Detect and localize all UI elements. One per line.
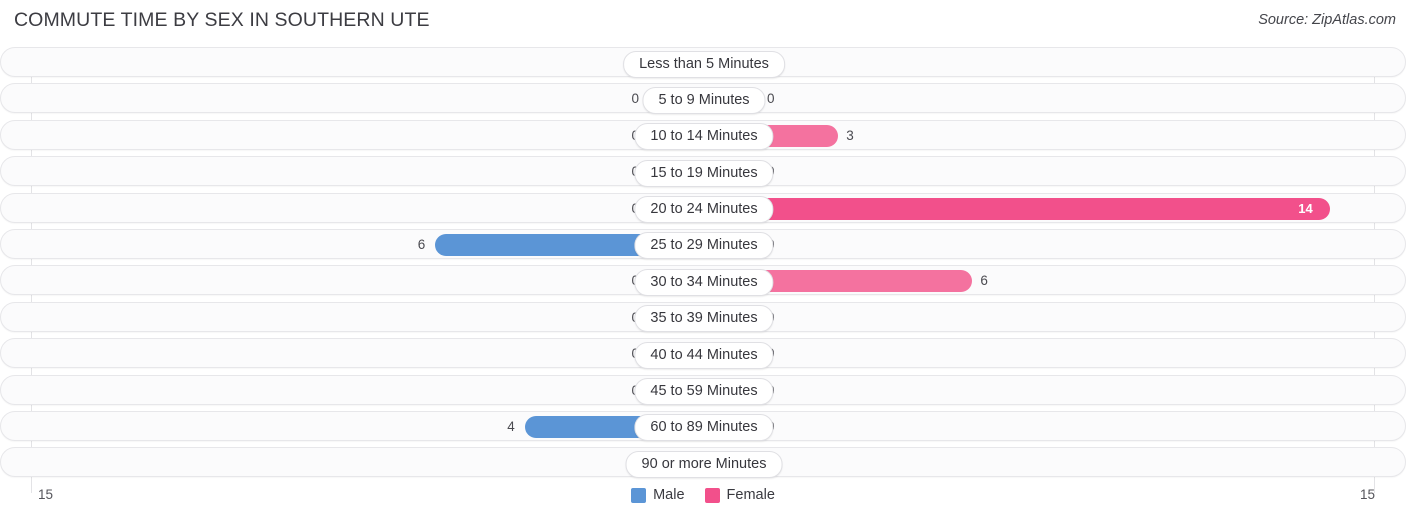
legend-item-male[interactable]: Male bbox=[631, 487, 685, 503]
female-value-label: 3 bbox=[846, 127, 854, 143]
row-content: 0015 to 19 Minutes bbox=[1, 157, 1405, 187]
category-label: 40 to 44 Minutes bbox=[634, 341, 774, 369]
row-content: 0310 to 14 Minutes bbox=[1, 121, 1405, 151]
category-label: 90 or more Minutes bbox=[625, 450, 783, 478]
female-bar bbox=[704, 197, 1331, 220]
table-row: 0035 to 39 Minutes bbox=[0, 301, 1406, 333]
row-content: 0090 or more Minutes bbox=[1, 448, 1405, 478]
category-label: 5 to 9 Minutes bbox=[642, 86, 766, 114]
bar-rows: 00Less than 5 Minutes 0 05 to 9 Minutes0 3 1… bbox=[0, 47, 1406, 484]
row-content: 00Less than 5 Minutes bbox=[1, 48, 1405, 78]
table-row: 0040 to 44 Minutes bbox=[0, 338, 1406, 369]
page-title: COMMUTE TIME BY SEX IN SOUTHERN UTE bbox=[14, 9, 430, 31]
category-label: 25 to 29 Minutes bbox=[634, 232, 774, 260]
table-row: 0045 to 59 Minutes bbox=[0, 374, 1406, 406]
table-row: 6025 to 29 Minutes bbox=[0, 228, 1406, 260]
row-content: 0035 to 39 Minutes bbox=[1, 303, 1405, 333]
row-content: 6025 to 29 Minutes bbox=[1, 230, 1405, 260]
chart-legend: Male Female bbox=[0, 487, 1406, 503]
row-content: 0630 to 34 Minutes bbox=[1, 266, 1405, 296]
table-row: 0 05 to 9 Minutes bbox=[0, 83, 1406, 114]
male-swatch-icon bbox=[631, 487, 647, 503]
category-label: 45 to 59 Minutes bbox=[634, 378, 774, 406]
table-row: 0310 to 14 Minutes bbox=[0, 119, 1406, 151]
table-row: 00Less than 5 Minutes bbox=[0, 47, 1406, 78]
male-value-label: 0 bbox=[631, 91, 639, 107]
female-swatch-icon bbox=[704, 487, 720, 503]
legend-label: Female bbox=[726, 487, 775, 503]
female-value-label: 0 bbox=[767, 91, 775, 107]
row-content: 0 05 to 9 Minutes bbox=[1, 84, 1405, 114]
table-row: 0630 to 34 Minutes bbox=[0, 265, 1406, 296]
category-label: 10 to 14 Minutes bbox=[634, 123, 774, 151]
category-label: 30 to 34 Minutes bbox=[634, 268, 774, 296]
row-content: 4060 to 89 Minutes bbox=[1, 412, 1405, 442]
table-row: 4060 to 89 Minutes bbox=[0, 410, 1406, 442]
female-value-label: 6 bbox=[980, 273, 988, 289]
chart-footer: 15 15 Male Female bbox=[0, 484, 1406, 523]
legend-label: Male bbox=[653, 487, 685, 503]
legend-item-female[interactable]: Female bbox=[704, 487, 775, 503]
male-value-label: 6 bbox=[417, 236, 426, 252]
table-row: 0090 or more Minutes bbox=[0, 447, 1406, 478]
table-row: 01420 to 24 Minutes bbox=[0, 192, 1406, 224]
row-content: 0040 to 44 Minutes bbox=[1, 339, 1405, 369]
category-label: 15 to 19 Minutes bbox=[634, 159, 774, 187]
category-label: 20 to 24 Minutes bbox=[634, 196, 774, 224]
male-value-label: 4 bbox=[507, 418, 515, 434]
source-attribution: Source: ZipAtlas.com bbox=[1258, 12, 1396, 28]
category-label: 60 to 89 Minutes bbox=[634, 414, 774, 442]
category-label: Less than 5 Minutes bbox=[623, 50, 785, 78]
row-content: 01420 to 24 Minutes bbox=[1, 194, 1405, 224]
chart-root: COMMUTE TIME BY SEX IN SOUTHERN UTE Sour… bbox=[0, 0, 1406, 523]
row-content: 0045 to 59 Minutes bbox=[1, 376, 1405, 406]
plot-area: 00Less than 5 Minutes 0 05 to 9 Minutes0 3 1… bbox=[0, 47, 1406, 493]
category-label: 35 to 39 Minutes bbox=[634, 305, 774, 333]
table-row: 0015 to 19 Minutes bbox=[0, 156, 1406, 187]
chart-header: COMMUTE TIME BY SEX IN SOUTHERN UTE Sour… bbox=[0, 0, 1406, 44]
female-value-label: 14 bbox=[1298, 200, 1313, 216]
